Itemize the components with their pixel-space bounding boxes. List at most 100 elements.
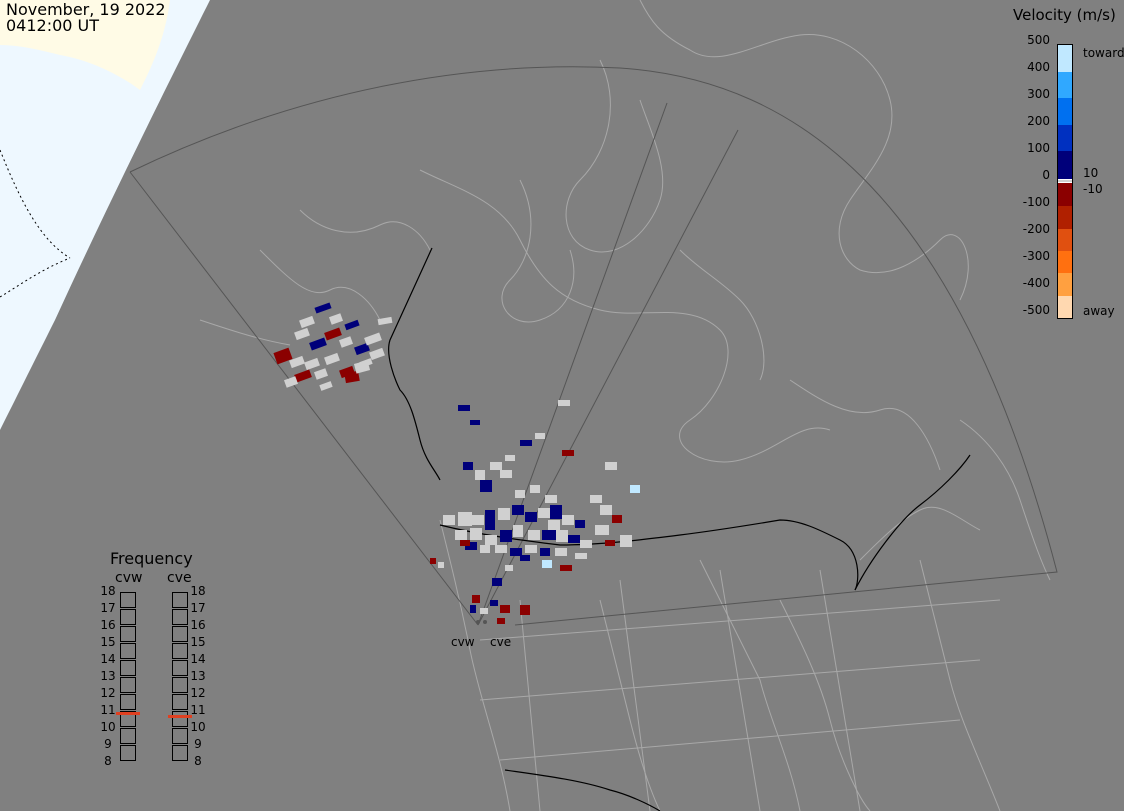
- scatter-cell: [620, 535, 632, 547]
- time-label: 0412:00 UT: [6, 16, 100, 35]
- date-label: November, 19 2022: [6, 0, 166, 19]
- scatter-cell: [299, 315, 315, 329]
- scatter-cell: [512, 505, 524, 515]
- legend-tick-label: -400: [1022, 276, 1050, 290]
- scatter-cell: [338, 336, 354, 348]
- colorbar-segment: [1058, 273, 1072, 297]
- legend-tick-label: -500: [1022, 303, 1050, 317]
- scatter-cell: [520, 555, 530, 561]
- frequency-cell: [120, 728, 136, 744]
- frequency-cell: [172, 609, 188, 625]
- scatter-cell: [324, 352, 340, 366]
- scatter-cell: [562, 450, 574, 456]
- scatter-cell: [283, 376, 299, 388]
- scatter-cell: [500, 470, 512, 478]
- scatter-cell: [470, 420, 480, 425]
- scatter-cell: [485, 510, 495, 530]
- scatter-cell: [492, 578, 502, 586]
- colorbar-segment: [1058, 295, 1072, 319]
- scatter-cell: [525, 545, 537, 553]
- frequency-scale-label: 11: [100, 703, 116, 717]
- legend-tick-label: 0: [1042, 168, 1050, 182]
- radar-label-cve: cve: [490, 635, 512, 649]
- scatter-cell: [497, 618, 505, 624]
- frequency-scale-label: 17: [100, 601, 116, 615]
- legend-tick-label: 500: [1027, 33, 1050, 47]
- scatter-cell: [470, 528, 482, 540]
- scatter-cell: [495, 545, 507, 553]
- legend-neg-threshold-label: -10: [1083, 182, 1103, 196]
- scatter-cell: [455, 530, 467, 540]
- frequency-scale-label: 12: [190, 686, 206, 700]
- frequency-cell: [172, 711, 188, 727]
- frequency-cell: [172, 677, 188, 693]
- frequency-cell: [172, 643, 188, 659]
- radar-label-cvw: cvw: [451, 635, 475, 649]
- frequency-cell: [120, 626, 136, 642]
- scatter-cell: [364, 332, 382, 346]
- scatter-cell: [510, 548, 522, 556]
- frequency-cell: [172, 592, 188, 608]
- scatter-cell: [500, 530, 512, 542]
- scatter-cell: [542, 530, 556, 540]
- colorbar-segment: [1058, 45, 1072, 73]
- frequency-cell: [172, 694, 188, 710]
- scatter-cell: [575, 553, 587, 559]
- frequency-scale-label: 14: [100, 652, 116, 666]
- frequency-scale-label: 11: [190, 703, 206, 717]
- frequency-cell: [120, 643, 136, 659]
- frequency-scale-label: 9: [104, 737, 112, 751]
- scatter-cell: [590, 495, 602, 503]
- scatter-cell: [525, 512, 537, 522]
- scatter-cell: [555, 548, 567, 556]
- velocity-scatter-cells: [273, 302, 640, 624]
- scatter-cell: [556, 530, 568, 542]
- scatter-cell: [472, 595, 480, 603]
- frequency-scale-label: 10: [190, 720, 206, 734]
- colorbar-segment: [1058, 71, 1072, 99]
- frequency-scale-label: 8: [104, 754, 112, 768]
- scatter-cell: [443, 515, 455, 525]
- scatter-cell: [309, 337, 327, 351]
- scatter-cell: [304, 357, 320, 371]
- scatter-cell: [485, 535, 497, 545]
- colorbar-segment: [1058, 151, 1072, 179]
- scatter-cell: [548, 520, 560, 530]
- scatter-cell: [520, 440, 532, 446]
- scatter-cell: [498, 508, 510, 520]
- legend-tick-label: 400: [1027, 60, 1050, 74]
- colorbar-segment: [1058, 228, 1072, 252]
- frequency-title: Frequency: [110, 549, 193, 568]
- scatter-cell: [470, 605, 476, 613]
- scatter-cell: [568, 535, 580, 543]
- legend-tick-label: 100: [1027, 141, 1050, 155]
- scatter-cell: [313, 368, 329, 380]
- scatter-cell: [324, 327, 342, 341]
- scatter-cell: [550, 505, 562, 519]
- frequency-scale-label: 15: [100, 635, 116, 649]
- frequency-scale-label: 9: [194, 737, 202, 751]
- frequency-cell: [172, 660, 188, 676]
- coastlines: [199, 0, 1051, 811]
- scatter-cell: [513, 525, 523, 537]
- scatter-cell: [505, 455, 515, 461]
- frequency-scale-label: 16: [100, 618, 116, 632]
- frequency-panel: Frequency cvw 18 17 16 15 14 13 12 11 10 9 8 cve 18 17…: [100, 548, 230, 768]
- scatter-cell: [460, 540, 470, 546]
- frequency-cell: [172, 728, 188, 744]
- frequency-scale-label: 16: [190, 618, 206, 632]
- frequency-cell: [120, 609, 136, 625]
- frequency-scale-label: 13: [190, 669, 206, 683]
- scatter-cell: [605, 462, 617, 470]
- scatter-cell: [580, 540, 592, 548]
- scatter-cell: [377, 316, 393, 326]
- scatter-cell: [538, 508, 550, 518]
- scatter-cell: [562, 515, 574, 525]
- scatter-cell: [353, 360, 371, 374]
- frequency-scale-label: 18: [100, 584, 116, 598]
- legend-pos-threshold-label: 10: [1083, 166, 1099, 180]
- legend-tick-label: -300: [1022, 249, 1050, 263]
- frequency-cell: [120, 694, 136, 710]
- colorbar-segment: [1058, 206, 1072, 230]
- scatter-cell: [560, 565, 572, 571]
